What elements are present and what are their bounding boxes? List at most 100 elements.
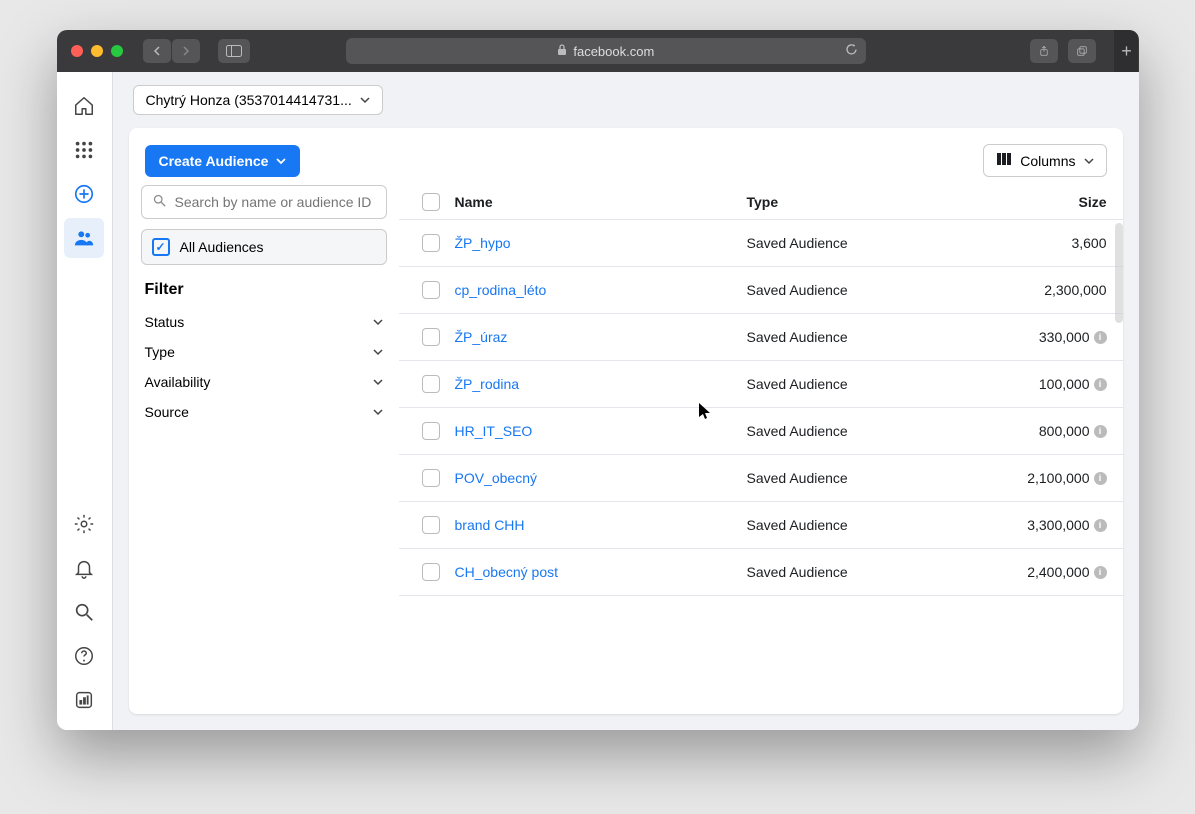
window-controls	[71, 45, 123, 57]
share-button[interactable]	[1030, 39, 1058, 63]
audiences-card: Create Audience Columns	[129, 128, 1123, 714]
audience-type: Saved Audience	[747, 423, 967, 439]
filter-row-source[interactable]: Source	[141, 397, 387, 427]
table-row: brand CHHSaved Audience3,300,000 i	[399, 502, 1123, 549]
search-input[interactable]	[175, 194, 376, 210]
table-header: Name Type Size	[399, 185, 1123, 220]
chevron-down-icon	[360, 92, 370, 108]
table-row: ŽP_rodinaSaved Audience100,000 i	[399, 361, 1123, 408]
audience-type: Saved Audience	[747, 329, 967, 345]
filter-row-availability[interactable]: Availability	[141, 367, 387, 397]
row-checkbox[interactable]	[422, 422, 440, 440]
scrollbar[interactable]	[1115, 223, 1123, 323]
nav-home[interactable]	[64, 86, 104, 126]
audience-type: Saved Audience	[747, 470, 967, 486]
close-window-button[interactable]	[71, 45, 83, 57]
col-type[interactable]: Type	[747, 194, 967, 210]
checkmark-icon: ✓	[152, 238, 170, 256]
filter-label: Source	[145, 404, 189, 420]
account-dropdown[interactable]: Chytrý Honza (3537014414731...	[133, 85, 383, 115]
col-size[interactable]: Size	[967, 194, 1107, 210]
titlebar-right	[1030, 39, 1096, 63]
row-checkbox[interactable]	[422, 234, 440, 252]
audience-name-link[interactable]: brand CHH	[455, 517, 747, 533]
info-icon[interactable]: i	[1094, 378, 1107, 391]
chevron-down-icon	[1084, 153, 1094, 169]
back-button[interactable]	[143, 39, 171, 63]
filter-row-status[interactable]: Status	[141, 307, 387, 337]
tabs-button[interactable]	[1068, 39, 1096, 63]
nav-notifications[interactable]	[64, 548, 104, 588]
audience-name-link[interactable]: ŽP_hypo	[455, 235, 747, 251]
filter-heading: Filter	[145, 281, 383, 299]
row-checkbox[interactable]	[422, 281, 440, 299]
info-icon[interactable]: i	[1094, 425, 1107, 438]
card-body: ✓ All Audiences Filter StatusTypeAvailab…	[129, 185, 1123, 714]
nav-audiences[interactable]	[64, 218, 104, 258]
audience-size: 3,300,000 i	[967, 517, 1107, 533]
info-icon[interactable]: i	[1094, 566, 1107, 579]
audience-name-link[interactable]: ŽP_rodina	[455, 376, 747, 392]
all-audiences-toggle[interactable]: ✓ All Audiences	[141, 229, 387, 265]
create-audience-label: Create Audience	[159, 153, 269, 169]
audience-size: 2,400,000 i	[967, 564, 1107, 580]
info-icon[interactable]: i	[1094, 472, 1107, 485]
row-checkbox[interactable]	[422, 563, 440, 581]
col-name[interactable]: Name	[455, 194, 747, 210]
table-row: CH_obecný postSaved Audience2,400,000 i	[399, 549, 1123, 596]
audience-size: 100,000 i	[967, 376, 1107, 392]
main-panel: Chytrý Honza (3537014414731... Create Au…	[113, 72, 1139, 730]
browser-window: facebook.com +	[57, 30, 1139, 730]
maximize-window-button[interactable]	[111, 45, 123, 57]
sidebar-toggle-button[interactable]	[218, 39, 250, 63]
nav-create[interactable]	[64, 174, 104, 214]
chevron-down-icon	[373, 404, 383, 420]
forward-button[interactable]	[172, 39, 200, 63]
search-icon	[152, 193, 167, 211]
new-tab-button[interactable]: +	[1114, 30, 1138, 72]
table-row: ŽP_úrazSaved Audience330,000 i	[399, 314, 1123, 361]
table-row: cp_rodina_létoSaved Audience2,300,000	[399, 267, 1123, 314]
audience-type: Saved Audience	[747, 376, 967, 392]
nav-help[interactable]	[64, 636, 104, 676]
audience-name-link[interactable]: CH_obecný post	[455, 564, 747, 580]
audience-name-link[interactable]: HR_IT_SEO	[455, 423, 747, 439]
audience-name-link[interactable]: cp_rodina_léto	[455, 282, 747, 298]
audience-type: Saved Audience	[747, 564, 967, 580]
audience-size: 330,000 i	[967, 329, 1107, 345]
row-checkbox[interactable]	[422, 469, 440, 487]
lock-icon	[557, 44, 567, 59]
nav-apps[interactable]	[64, 130, 104, 170]
info-icon[interactable]: i	[1094, 519, 1107, 532]
filter-label: Availability	[145, 374, 211, 390]
chevron-down-icon	[276, 153, 286, 169]
nav-reports[interactable]	[64, 680, 104, 720]
row-checkbox[interactable]	[422, 375, 440, 393]
select-all-checkbox[interactable]	[422, 193, 440, 211]
table-row: ŽP_hypoSaved Audience3,600	[399, 220, 1123, 267]
audience-size: 3,600	[967, 235, 1107, 251]
table-row: HR_IT_SEOSaved Audience800,000 i	[399, 408, 1123, 455]
info-icon[interactable]: i	[1094, 331, 1107, 344]
all-audiences-label: All Audiences	[180, 239, 264, 255]
reload-button[interactable]	[845, 43, 858, 59]
create-audience-button[interactable]: Create Audience	[145, 145, 301, 177]
table-row: POV_obecnýSaved Audience2,100,000 i	[399, 455, 1123, 502]
columns-label: Columns	[1020, 153, 1075, 169]
titlebar: facebook.com +	[57, 30, 1139, 72]
address-bar[interactable]: facebook.com	[346, 38, 866, 64]
minimize-window-button[interactable]	[91, 45, 103, 57]
audience-name-link[interactable]: POV_obecný	[455, 470, 747, 486]
nav-settings[interactable]	[64, 504, 104, 544]
row-checkbox[interactable]	[422, 328, 440, 346]
filter-row-type[interactable]: Type	[141, 337, 387, 367]
audience-size: 2,300,000	[967, 282, 1107, 298]
columns-button[interactable]: Columns	[983, 144, 1106, 177]
audience-size: 800,000 i	[967, 423, 1107, 439]
nav-search[interactable]	[64, 592, 104, 632]
search-box[interactable]	[141, 185, 387, 219]
top-bar: Chytrý Honza (3537014414731...	[113, 72, 1139, 128]
audience-name-link[interactable]: ŽP_úraz	[455, 329, 747, 345]
chevron-down-icon	[373, 344, 383, 360]
row-checkbox[interactable]	[422, 516, 440, 534]
